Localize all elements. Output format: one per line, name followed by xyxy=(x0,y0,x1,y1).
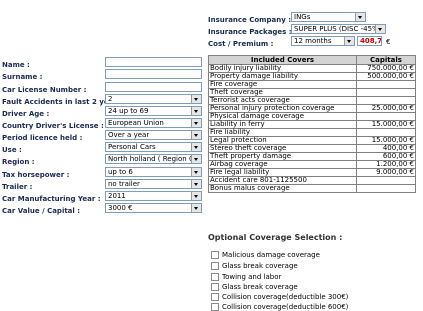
table-row: Bonus malus coverage xyxy=(208,184,416,193)
checkbox[interactable] xyxy=(211,251,219,259)
optional-item-label: Glass break coverage xyxy=(222,283,298,291)
car-license-label: Car License Number : xyxy=(2,86,87,94)
country-license-select[interactable]: European Union xyxy=(105,118,202,128)
country-license-value: European Union xyxy=(108,119,164,127)
insurance-packages-select[interactable]: SUPER PLUS (DISC -45%) xyxy=(291,24,386,34)
insurance-company-value: INGs xyxy=(294,13,311,21)
optional-item-label: Towing and labor xyxy=(222,273,282,281)
driver-age-label: Driver Age : xyxy=(2,110,50,118)
period-licence-select[interactable]: Over a year xyxy=(105,130,202,140)
name-label: Name : xyxy=(2,61,30,69)
optional-item-label: Malicious damage coverage xyxy=(222,251,320,259)
optional-item-collision-600[interactable]: Collision coverage(deductible 600€) xyxy=(211,303,349,311)
chevron-down-icon xyxy=(191,131,201,139)
manufacturing-year-label: Car Manufacturing Year : xyxy=(2,195,101,203)
region-value: North holland ( Region 0) xyxy=(108,155,197,163)
region-select[interactable]: North holland ( Region 0) xyxy=(105,154,202,164)
cover-capital: 9.000,00 € xyxy=(356,168,416,177)
optional-coverage-title: Optional Coverage Selection : xyxy=(208,233,343,242)
cover-capital xyxy=(356,88,416,97)
cover-capital: 25.000,00 € xyxy=(356,104,416,113)
optional-item-glass-break[interactable]: Glass break coverage xyxy=(211,262,298,270)
chevron-down-icon xyxy=(191,180,201,188)
insurance-packages-value: SUPER PLUS (DISC -45%) xyxy=(294,25,382,33)
region-label: Region : xyxy=(2,158,35,166)
surname-input[interactable] xyxy=(105,69,202,79)
use-select[interactable]: Personal Cars xyxy=(105,142,202,152)
chevron-down-icon xyxy=(191,95,201,103)
cover-name: Bonus malus coverage xyxy=(208,184,357,193)
chevron-down-icon xyxy=(191,155,201,163)
chevron-down-icon xyxy=(191,107,201,115)
coverage-table: Included Covers Capitals Bodily injury l… xyxy=(208,55,416,193)
period-licence-value: Over a year xyxy=(108,131,150,139)
checkbox[interactable] xyxy=(211,293,219,301)
cover-capital xyxy=(356,184,416,193)
checkbox[interactable] xyxy=(211,303,219,311)
cost-premium-label: Cost / Premium : xyxy=(208,40,274,48)
optional-item-label: Collision coverage(deductible 600€) xyxy=(222,303,349,311)
chevron-down-icon xyxy=(191,143,201,151)
chevron-down-icon xyxy=(191,204,201,212)
tax-horsepower-value: up to 6 xyxy=(108,168,133,176)
cover-capital: 500.000,00 € xyxy=(356,72,416,81)
chevron-down-icon xyxy=(344,37,354,45)
insurance-company-label: Insurance Company : xyxy=(208,16,291,24)
trailer-value: no trailer xyxy=(108,180,140,188)
period-value: 12 months xyxy=(294,37,332,45)
checkbox[interactable] xyxy=(211,273,219,281)
use-value: Personal Cars xyxy=(108,143,156,151)
driver-age-select[interactable]: 24 up to 69 xyxy=(105,106,202,116)
trailer-label: Trailer : xyxy=(2,183,33,191)
optional-item-glass-break-2[interactable]: Glass break coverage xyxy=(211,283,298,291)
checkbox[interactable] xyxy=(211,262,219,270)
cover-capital xyxy=(356,176,416,185)
car-value-select[interactable]: 3000 € xyxy=(105,203,202,213)
country-license-label: Country Driver's License : xyxy=(2,122,104,130)
insurance-packages-label: Insurance Packages : xyxy=(208,28,292,36)
optional-item-collision-300[interactable]: Collision coverage(deductible 300€) xyxy=(211,293,349,301)
car-license-input[interactable] xyxy=(105,82,202,92)
period-licence-label: Period licence held : xyxy=(2,134,83,142)
optional-item-malicious-damage[interactable]: Malicious damage coverage xyxy=(211,251,320,259)
optional-item-label: Collision coverage(deductible 300€) xyxy=(222,293,349,301)
chevron-down-icon xyxy=(191,168,201,176)
period-select[interactable]: 12 months xyxy=(291,36,355,46)
currency-symbol: € xyxy=(386,38,391,46)
tax-horsepower-label: Tax horsepower : xyxy=(2,171,70,179)
manufacturing-year-select[interactable]: 2011 xyxy=(105,191,202,201)
chevron-down-icon xyxy=(375,25,385,33)
chevron-down-icon xyxy=(191,119,201,127)
name-input[interactable] xyxy=(105,57,202,67)
use-label: Use : xyxy=(2,146,22,154)
driver-age-value: 24 up to 69 xyxy=(108,107,149,115)
car-value-value: 3000 € xyxy=(108,204,133,212)
surname-label: Surname : xyxy=(2,73,43,81)
premium-output: 408,7 xyxy=(357,36,382,46)
chevron-down-icon xyxy=(355,13,365,21)
cover-capital: 15.000,00 € xyxy=(356,120,416,129)
optional-item-towing-labor[interactable]: Towing and labor xyxy=(211,273,282,281)
chevron-down-icon xyxy=(191,192,201,200)
trailer-select[interactable]: no trailer xyxy=(105,179,202,189)
optional-item-label: Glass break coverage xyxy=(222,262,298,270)
fault-accidents-select[interactable]: 2 xyxy=(105,94,202,104)
manufacturing-year-value: 2011 xyxy=(108,192,126,200)
car-value-label: Car Value / Capital : xyxy=(2,207,81,215)
insurance-company-select[interactable]: INGs xyxy=(291,12,366,22)
tax-horsepower-select[interactable]: up to 6 xyxy=(105,167,202,177)
checkbox[interactable] xyxy=(211,283,219,291)
cover-capital xyxy=(356,80,416,89)
fault-accidents-value: 2 xyxy=(108,95,113,103)
